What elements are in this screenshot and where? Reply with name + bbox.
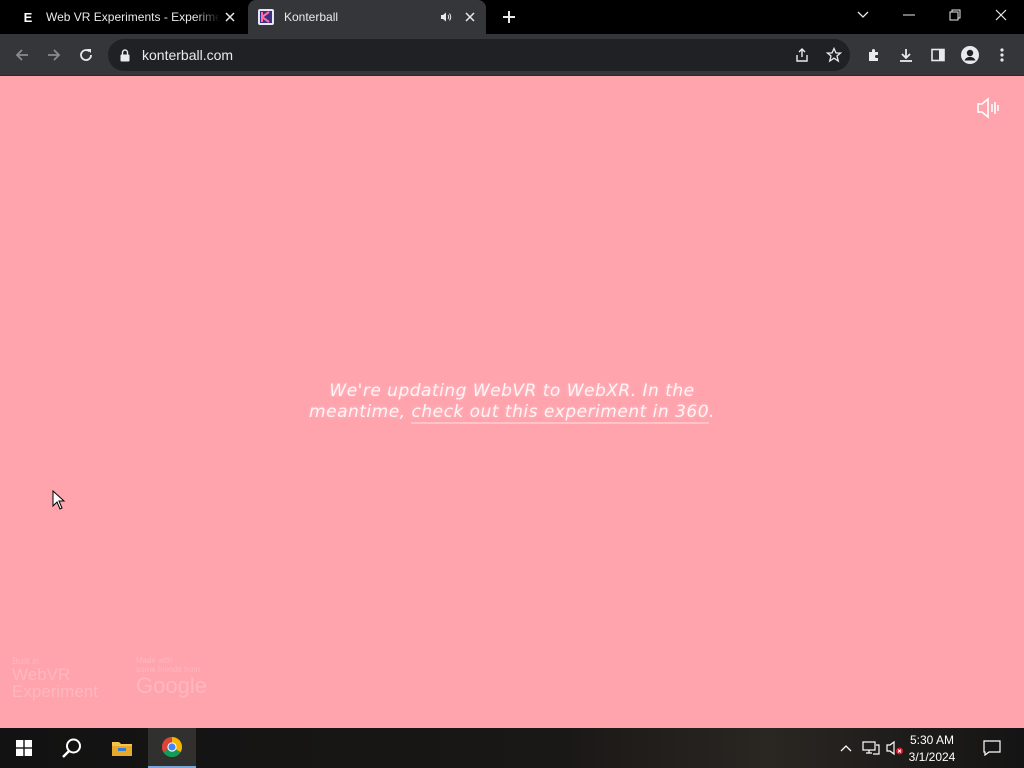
chrome-taskbar-icon[interactable] [148, 728, 196, 768]
google-logo-text: Google [136, 673, 207, 698]
sound-toggle-icon[interactable] [976, 96, 1004, 120]
badge-line-2: Experiment [12, 682, 98, 701]
profile-avatar-icon[interactable] [956, 41, 984, 69]
tab-title: Web VR Experiments - Experiments with Go… [46, 10, 220, 24]
tab-close-icon[interactable] [460, 7, 480, 27]
tab-close-icon[interactable] [220, 7, 240, 27]
mouse-cursor-icon [52, 489, 66, 510]
windows-taskbar: 5:30 AM 3/1/2024 [0, 728, 1024, 768]
extensions-puzzle-icon[interactable] [860, 41, 888, 69]
page-content: We're updating WebVR to WebXR. In the me… [0, 76, 1024, 728]
download-icon[interactable] [892, 41, 920, 69]
tab-web-vr-experiments[interactable]: E Web VR Experiments - Experiments with … [8, 0, 246, 34]
badge-line-1: WebVR [12, 665, 71, 684]
back-button[interactable] [8, 41, 36, 69]
address-bar[interactable]: konterball.com [108, 39, 850, 71]
tab-konterball[interactable]: Konterball [248, 0, 486, 34]
taskbar-clock[interactable]: 5:30 AM 3/1/2024 [902, 732, 962, 766]
konterball-favicon-icon [258, 9, 274, 25]
clock-time: 5:30 AM [909, 733, 955, 747]
show-hidden-icons-chevron-icon[interactable] [836, 728, 856, 768]
tab-audio-playing-icon[interactable] [438, 9, 454, 25]
google-friends-badge[interactable]: Made with some friends from Google [136, 656, 226, 698]
restore-button[interactable] [932, 0, 978, 30]
bookmark-star-icon[interactable] [820, 41, 848, 69]
lock-icon[interactable] [120, 48, 132, 62]
start-windows-icon[interactable] [0, 728, 48, 768]
menu-kebab-icon[interactable] [988, 41, 1016, 69]
minimize-button[interactable] [886, 0, 932, 30]
360-experiment-link[interactable]: check out this experiment in 360 [411, 402, 710, 424]
forward-button[interactable] [40, 41, 68, 69]
message-line-1: We're updating WebVR to WebXR. In the [329, 381, 695, 401]
network-icon[interactable] [860, 728, 882, 768]
search-icon[interactable] [48, 728, 96, 768]
tab-search-chevron-icon[interactable] [840, 0, 886, 30]
badge-caption-1: Made with [136, 656, 173, 665]
tab-title: Konterball [284, 10, 339, 24]
new-tab-button[interactable] [498, 6, 520, 28]
share-icon[interactable] [788, 41, 816, 69]
close-window-button[interactable] [978, 0, 1024, 30]
notifications-icon[interactable] [978, 728, 1006, 768]
clock-date: 3/1/2024 [908, 750, 956, 764]
reload-button[interactable] [72, 41, 100, 69]
browser-toolbar: konterball.com [0, 34, 1024, 76]
message-line-2: meantime, check out this experiment in 3… [309, 402, 715, 424]
url-text[interactable]: konterball.com [142, 47, 233, 63]
side-panel-icon[interactable] [924, 41, 952, 69]
tab-strip: E Web VR Experiments - Experiments with … [0, 0, 1024, 34]
webvr-experiment-badge[interactable]: Built in WebVR Experiment [12, 656, 112, 700]
file-explorer-icon[interactable] [98, 728, 146, 768]
webxr-update-message: We're updating WebVR to WebXR. In the me… [300, 381, 724, 424]
experiments-favicon-icon: E [23, 9, 33, 25]
